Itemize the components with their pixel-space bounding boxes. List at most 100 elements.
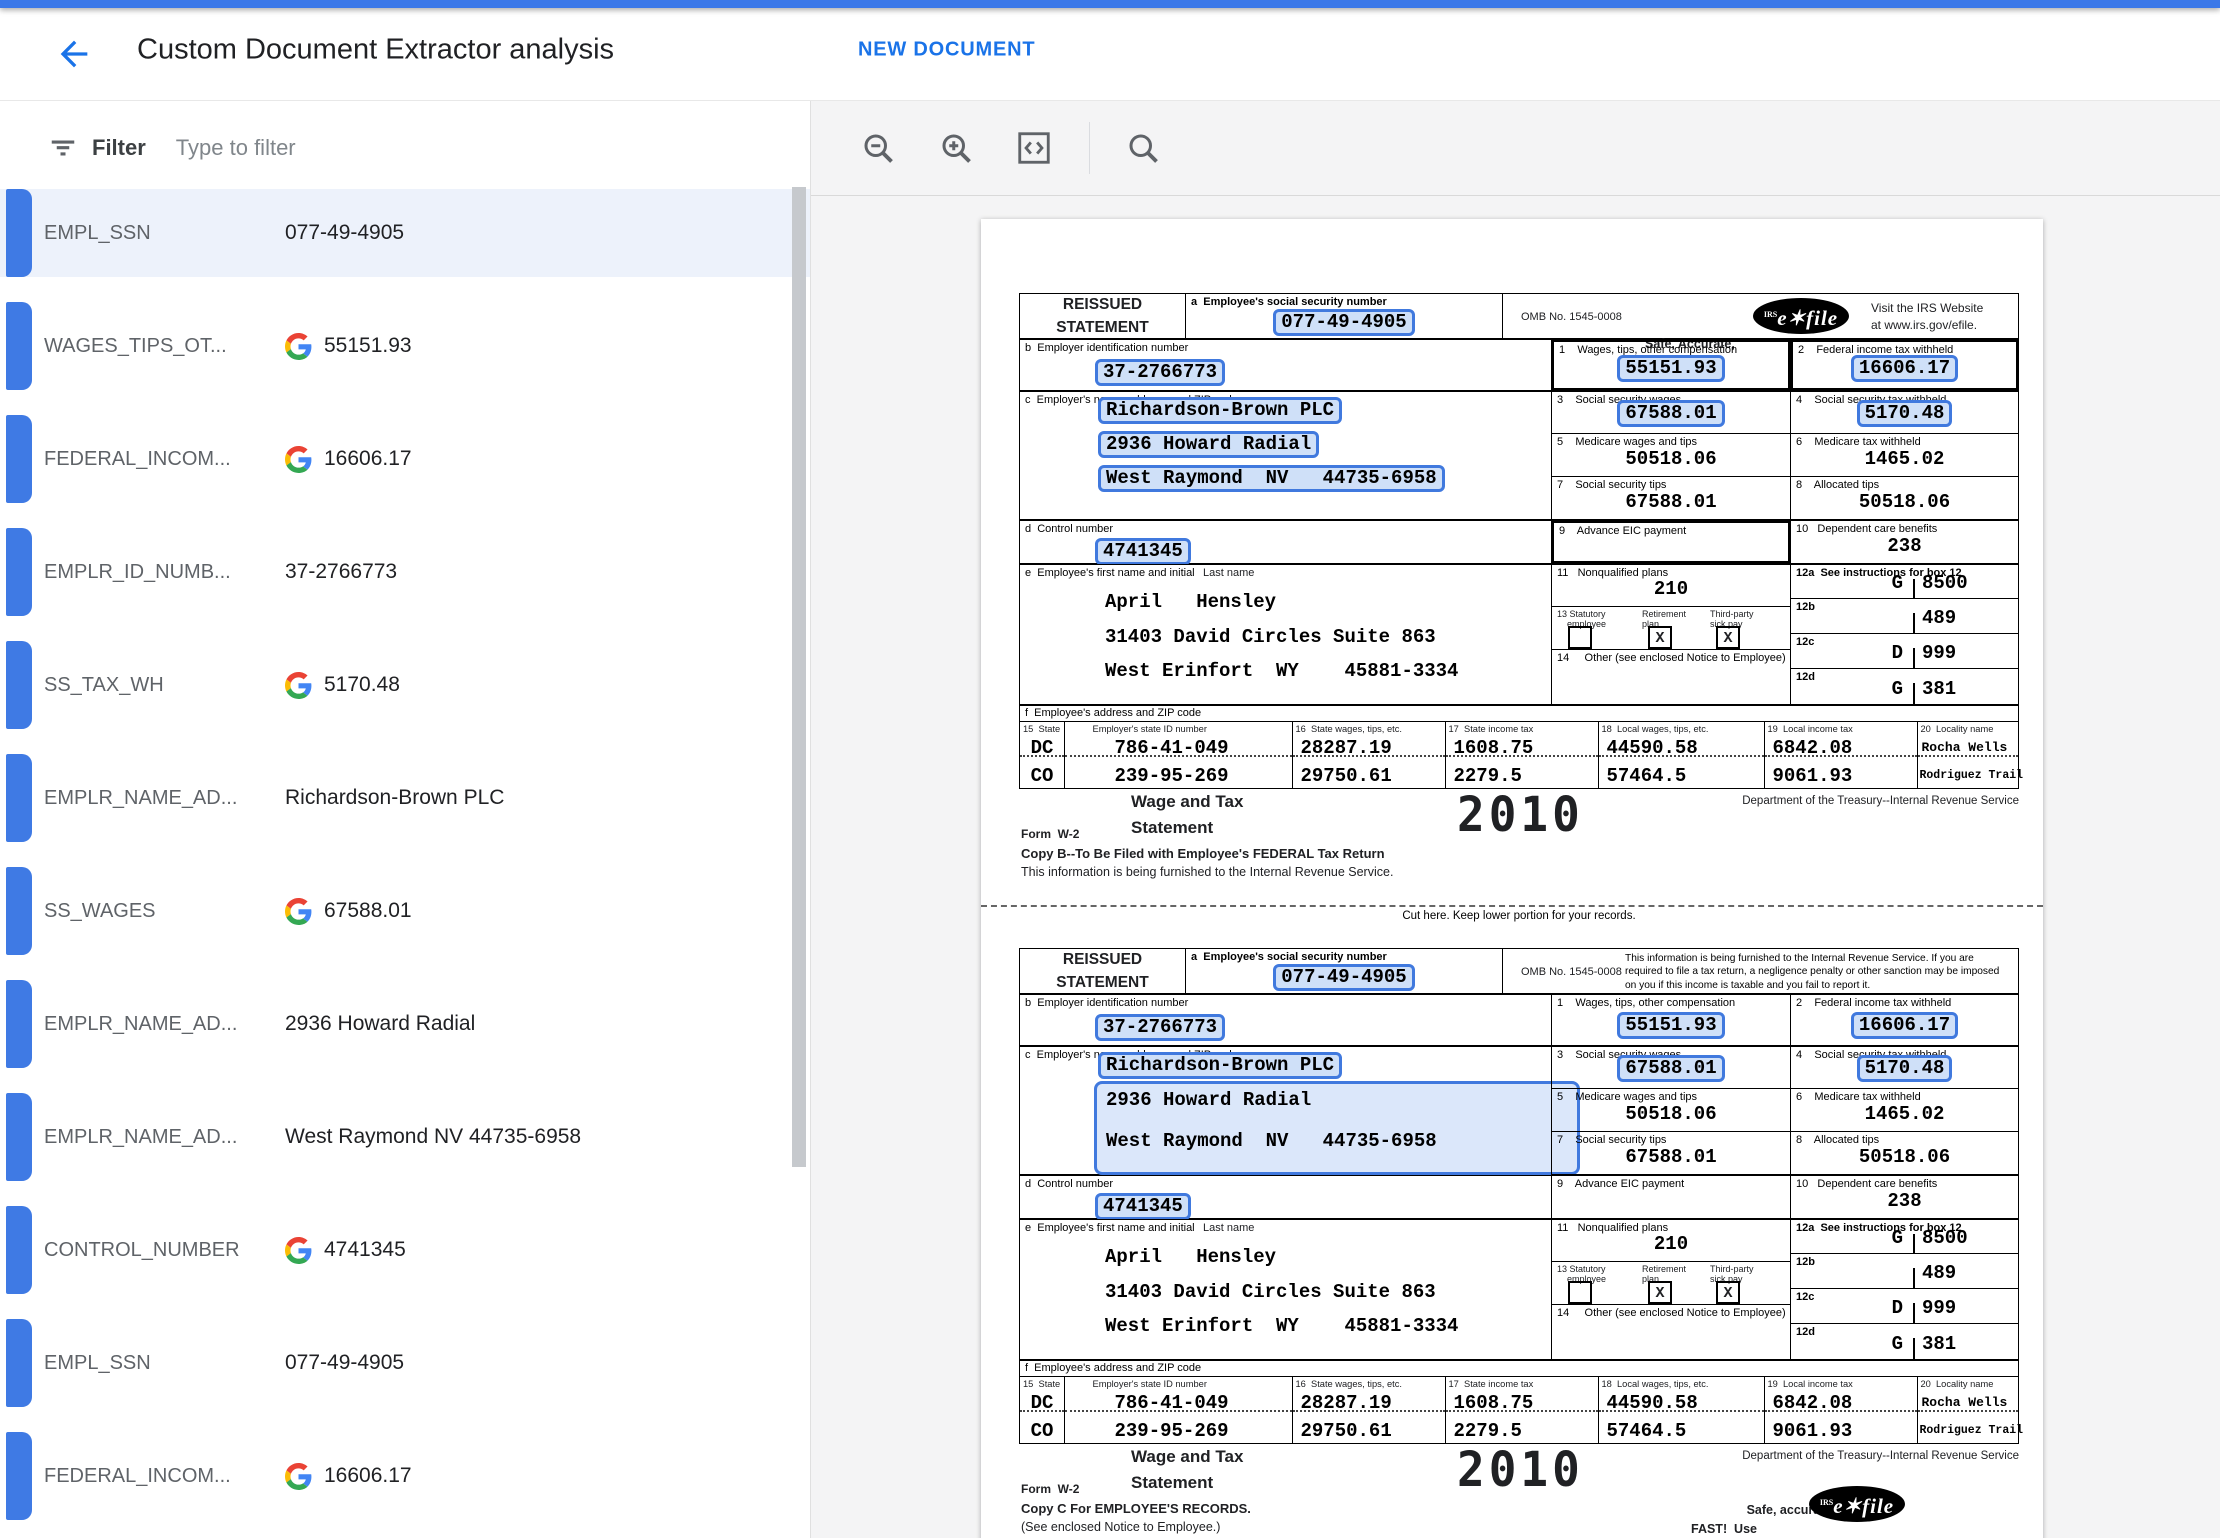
field-accent-bar (6, 1319, 32, 1407)
employer-addr2-highlight[interactable]: West Raymond NV 44735-6958 (1098, 465, 1445, 492)
third-party-sick-pay-checkbox[interactable]: X (1716, 1281, 1740, 1304)
box-14-other-cell: 14 Other (see enclosed Notice to Employe… (1551, 649, 1791, 705)
box-7-ss-tips-cell: 7 Social security tips 67588.01 (1551, 1131, 1791, 1175)
box-12d-cell: 12d G 381 (1790, 668, 2019, 705)
extracted-field-row[interactable]: FEDERAL_INCOM... 16606.17 (0, 1432, 810, 1538)
third-party-sick-pay-checkbox[interactable]: X (1716, 626, 1740, 649)
field-name: FEDERAL_INCOM... (44, 415, 279, 503)
state-col-17: 17 State income tax 1608.75 2279.5 (1445, 1376, 1599, 1444)
ss-wages-highlight[interactable]: 67588.01 (1617, 400, 1724, 427)
employer-name-highlight[interactable]: Richardson-Brown PLC (1098, 397, 1342, 424)
ein-highlight[interactable]: 37-2766773 (1095, 1014, 1225, 1041)
ss-tax-highlight[interactable]: 5170.48 (1857, 400, 1953, 427)
state-col-15: 15 State DC CO (1019, 721, 1065, 789)
field-value-group: 2936 Howard Radial (285, 980, 475, 1068)
code-view-button[interactable] (1011, 125, 1057, 171)
field-accent-bar (6, 302, 32, 390)
extracted-field-row[interactable]: CONTROL_NUMBER 4741345 (0, 1206, 810, 1319)
top-accent-bar (0, 0, 2220, 8)
box-12c-cell: 12c D 999 (1790, 633, 2019, 669)
ss-wages-highlight[interactable]: 67588.01 (1617, 1055, 1724, 1082)
field-name: CONTROL_NUMBER (44, 1206, 279, 1294)
reissued-cell: REISSUEDSTATEMENT (1019, 948, 1186, 994)
box-5-medicare-wages-cell: 5 Medicare wages and tips 50518.06 (1551, 433, 1791, 477)
extracted-field-row[interactable]: EMPLR_ID_NUMB... 37-2766773 (0, 528, 810, 641)
filter-input[interactable] (174, 134, 598, 162)
zoom-in-button[interactable] (933, 125, 979, 171)
ein-highlight[interactable]: 37-2766773 (1095, 359, 1225, 386)
employer-addr1-highlight[interactable]: 2936 Howard Radial (1098, 431, 1319, 458)
viewer-canvas[interactable]: REISSUEDSTATEMENT a Employee's social se… (811, 197, 2220, 1538)
box-10-dependent-care-cell: 10 Dependent care benefits 238 (1790, 1175, 2019, 1219)
state-col-20: 20 Locality name Rocha Wells Rodriguez T… (1917, 1376, 2020, 1444)
ss-tax-highlight[interactable]: 5170.48 (1857, 1055, 1953, 1082)
extracted-field-row[interactable]: EMPLR_NAME_AD... 2936 Howard Radial (0, 980, 810, 1093)
statutory-employee-checkbox[interactable] (1568, 626, 1592, 649)
viewer-toolbar (811, 100, 2220, 196)
extracted-field-row[interactable]: WAGES_TIPS_OT... 55151.93 (0, 302, 810, 415)
field-value: 2936 Howard Radial (285, 1012, 475, 1036)
box-c-employer-cell: c Employer's name, address, and ZIP code… (1019, 1046, 1552, 1175)
ssn-highlight[interactable]: 077-49-4905 (1273, 964, 1414, 991)
zoom-out-button[interactable] (855, 125, 901, 171)
state-col-20: 20 Locality name Rocha Wells Rodriguez T… (1917, 721, 2020, 789)
retirement-plan-checkbox[interactable]: X (1648, 626, 1672, 649)
google-icon (285, 898, 312, 925)
extracted-field-row[interactable]: EMPL_SSN 077-49-4905 (0, 189, 810, 302)
employee-addr1: 31403 David Circles Suite 863 (1105, 626, 1436, 648)
form-w2-label: Form W-2 (1021, 1482, 1079, 1496)
extracted-field-row[interactable]: SS_WAGES 67588.01 (0, 867, 810, 980)
box-11-nonqualified-cell: 11 Nonqualified plans 210 (1551, 1219, 1791, 1262)
document-viewer: REISSUEDSTATEMENT a Employee's social se… (811, 100, 2220, 1538)
extracted-field-row[interactable]: FEDERAL_INCOM... 16606.17 (0, 415, 810, 528)
extracted-field-row[interactable]: SS_TAX_WH 5170.48 (0, 641, 810, 754)
back-arrow-icon (54, 34, 94, 74)
search-button[interactable] (1120, 125, 1166, 171)
federal-tax-highlight[interactable]: 16606.17 (1851, 355, 1958, 382)
state-col-18: 18 Local wages, tips, etc. 44590.58 5746… (1598, 721, 1765, 789)
field-accent-bar (6, 1432, 32, 1520)
employer-address-block-highlight[interactable]: 2936 Howard Radial West Raymond NV 44735… (1094, 1081, 1580, 1175)
copy-note: (See enclosed Notice to Employee.) (1021, 1520, 1220, 1534)
field-accent-bar (6, 754, 32, 842)
field-value-group: West Raymond NV 44735-6958 (285, 1093, 581, 1181)
extracted-field-row[interactable]: EMPLR_NAME_AD... West Raymond NV 44735-6… (0, 1093, 810, 1206)
field-value: 37-2766773 (285, 560, 397, 584)
control-number-highlight[interactable]: 4741345 (1095, 538, 1191, 565)
retirement-plan-checkbox[interactable]: X (1648, 1281, 1672, 1304)
control-number-highlight[interactable]: 4741345 (1095, 1193, 1191, 1220)
field-value: 67588.01 (324, 899, 412, 923)
box-12d-cell: 12d G 381 (1790, 1323, 2019, 1360)
form-header-right-cell: OMB No. 1545-0008 Safe, Accurate,FAST! U… (1502, 293, 2019, 339)
state-col-16: 16 State wages, tips, etc. 28287.19 2975… (1292, 721, 1446, 789)
box-1-wages-cell: 1 Wages, tips, other compensation 55151.… (1551, 994, 1791, 1046)
filter-bar: Filter (0, 100, 810, 197)
federal-tax-highlight[interactable]: 16606.17 (1851, 1012, 1958, 1039)
employer-name-highlight[interactable]: Richardson-Brown PLC (1098, 1052, 1342, 1079)
statutory-employee-checkbox[interactable] (1568, 1281, 1592, 1304)
employee-name: April Hensley (1105, 591, 1276, 613)
panel-scrollbar-thumb[interactable] (792, 187, 806, 1167)
ssn-highlight[interactable]: 077-49-4905 (1273, 309, 1414, 336)
field-accent-bar (6, 641, 32, 729)
field-value: 55151.93 (324, 334, 412, 358)
w2-form-table: REISSUEDSTATEMENT a Employee's social se… (1019, 948, 2019, 1444)
back-button[interactable] (54, 34, 94, 74)
wages-highlight[interactable]: 55151.93 (1617, 1012, 1724, 1039)
field-name: EMPL_SSN (44, 1319, 279, 1407)
box-4-ss-tax-cell: 4 Social security tax withheld 5170.48 (1790, 1046, 2019, 1089)
field-value: 16606.17 (324, 447, 412, 471)
wages-highlight[interactable]: 55151.93 (1617, 355, 1724, 382)
new-document-button[interactable]: NEW DOCUMENT (858, 39, 1035, 62)
field-accent-bar (6, 1093, 32, 1181)
extracted-field-row[interactable]: EMPL_SSN 077-49-4905 (0, 1319, 810, 1432)
efile-logo: IRSe✶file (1753, 298, 1849, 334)
google-icon (285, 333, 312, 360)
box-3-ss-wages-cell: 3 Social security wages 67588.01 (1551, 391, 1791, 434)
field-value: 4741345 (324, 1238, 406, 1262)
field-accent-bar (6, 189, 32, 277)
field-value-group: 67588.01 (285, 867, 412, 955)
google-icon (285, 446, 312, 473)
state-col-19: 19 Local income tax 6842.08 9061.93 (1764, 1376, 1918, 1444)
extracted-field-row[interactable]: EMPLR_NAME_AD... Richardson-Brown PLC (0, 754, 810, 867)
